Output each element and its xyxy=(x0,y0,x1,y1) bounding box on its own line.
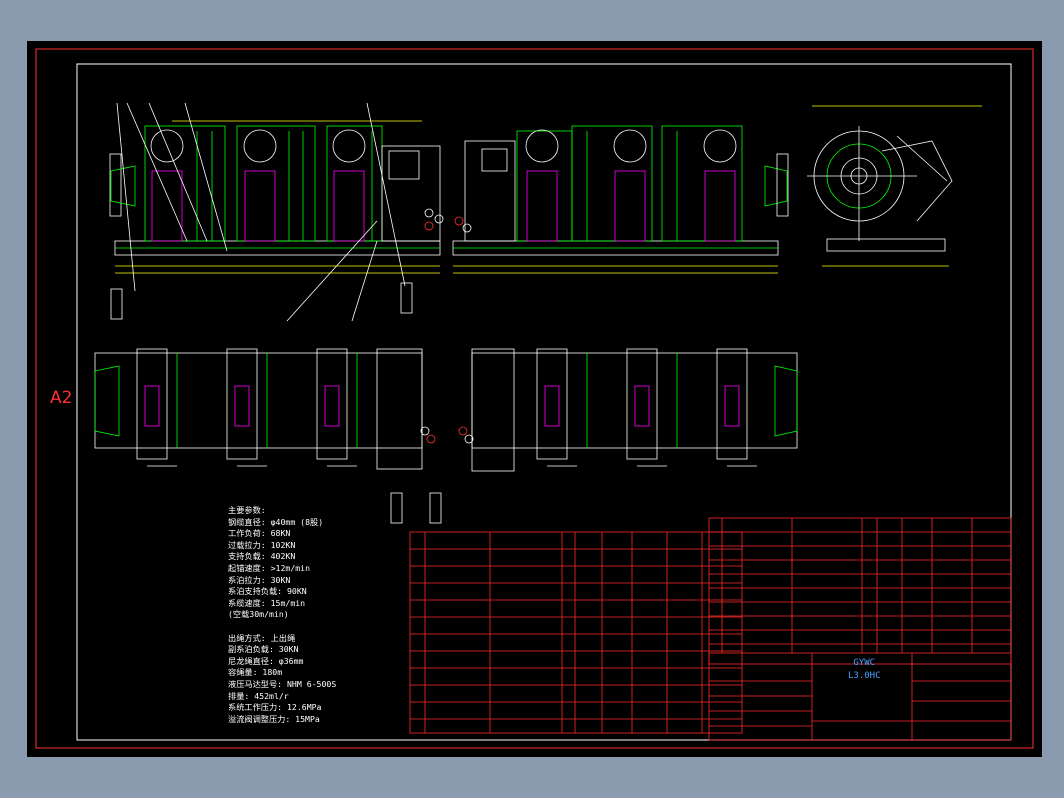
parameter-line: 钢缆直径: φ40mm (8股) xyxy=(228,516,324,527)
title-code-line-2: L3.0HC xyxy=(848,671,881,681)
drawing-sheet xyxy=(27,41,1042,757)
parameter-line: 工作负荷: 68KN xyxy=(228,528,291,539)
parameter-line xyxy=(228,621,336,633)
side-view xyxy=(807,105,982,267)
parameter-line: 支持负载: 402KN xyxy=(228,551,296,562)
front-view-right xyxy=(452,125,789,274)
plan-view-right xyxy=(458,348,798,472)
parameter-line: 系缆速度: 15m/min xyxy=(228,597,306,608)
main-parameters-notes: 主要参数: 钢缆直径: φ40mm (8股) 工作负荷: 68KN 过载拉力: 102… xyxy=(228,505,336,725)
sheet-size-label: A2 xyxy=(50,388,73,408)
parameter-line: 液压马达型号: NHM 6-500S xyxy=(228,678,337,689)
parameter-line: 主要参数: xyxy=(228,505,266,515)
title-block-code: GYWC L3.0HC xyxy=(848,657,881,683)
front-view-left xyxy=(109,102,444,322)
plan-view-left xyxy=(94,348,442,524)
parameter-line: 副系泊负载: 30KN xyxy=(228,644,299,655)
parameter-line: 尼龙绳直径: φ36mm xyxy=(228,655,304,666)
parameter-line: 容绳量: 180m xyxy=(228,667,283,678)
parameter-line: 过载拉力: 102KN xyxy=(228,539,296,550)
parameter-line: 系统工作压力: 12.6MPa xyxy=(228,702,322,713)
parts-list-left xyxy=(409,531,743,734)
parameter-line: (空载30m/min) xyxy=(228,609,289,620)
parameter-line: 排量: 452ml/r xyxy=(228,690,289,701)
parameter-line: 起锚速度: >12m/min xyxy=(228,562,311,573)
outer-frame xyxy=(35,48,1034,749)
title-code-line-1: GYWC xyxy=(853,658,876,668)
parts-list-right xyxy=(708,517,1012,665)
parameter-line: 出绳方式: 上出绳 xyxy=(228,632,296,643)
parameter-line: 系泊拉力: 30KN xyxy=(228,574,291,585)
inner-frame xyxy=(76,63,1012,741)
parameter-line: 系泊支持负载: 90KN xyxy=(228,586,307,597)
parameter-line: 溢流阀调整压力: 15MPa xyxy=(228,713,320,724)
cad-drawing xyxy=(35,48,1034,749)
